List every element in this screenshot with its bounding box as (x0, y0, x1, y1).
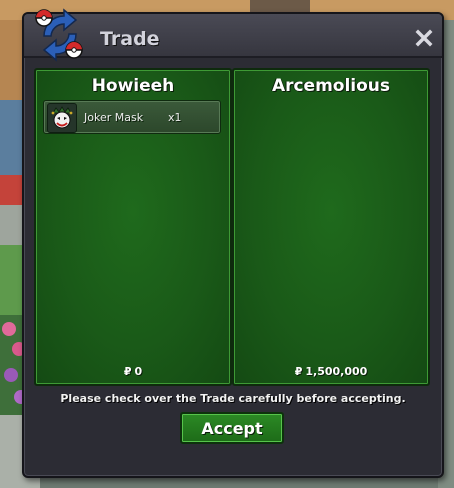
joker-mask-icon (47, 103, 77, 133)
window-title: Trade (100, 28, 160, 50)
trade-panel-right: Arcemolious ₽1,500,000 (232, 68, 430, 386)
trade-window: Trade Howieeh Joker Mask x1 ₽ 0 Arcemoli… (22, 8, 444, 478)
money-amount: 1,500,000 (305, 365, 368, 378)
flower-decoration (2, 322, 16, 336)
currency-symbol: ₽ (294, 365, 303, 378)
item-name: Joker Mask (84, 111, 144, 124)
offered-money: ₽1,500,000 (234, 365, 428, 378)
trade-item[interactable]: Joker Mask x1 (43, 100, 221, 134)
money-amount: 0 (134, 365, 143, 378)
offered-money: ₽0 (36, 365, 230, 378)
currency-symbol: ₽ (123, 365, 132, 378)
title-bar[interactable]: Trade (24, 8, 442, 62)
trade-notice: Please check over the Trade carefully be… (60, 392, 406, 405)
close-icon[interactable] (414, 28, 434, 48)
player-name: Howieeh (91, 76, 175, 96)
trade-arrows-pokeball-icon (35, 8, 83, 62)
item-quantity: x1 (168, 111, 182, 124)
trade-panel-left: Howieeh Joker Mask x1 ₽0 (34, 68, 232, 386)
flower-decoration (4, 368, 18, 382)
accept-button[interactable]: Accept (180, 412, 284, 444)
player-name: Arcemolious (271, 76, 391, 96)
